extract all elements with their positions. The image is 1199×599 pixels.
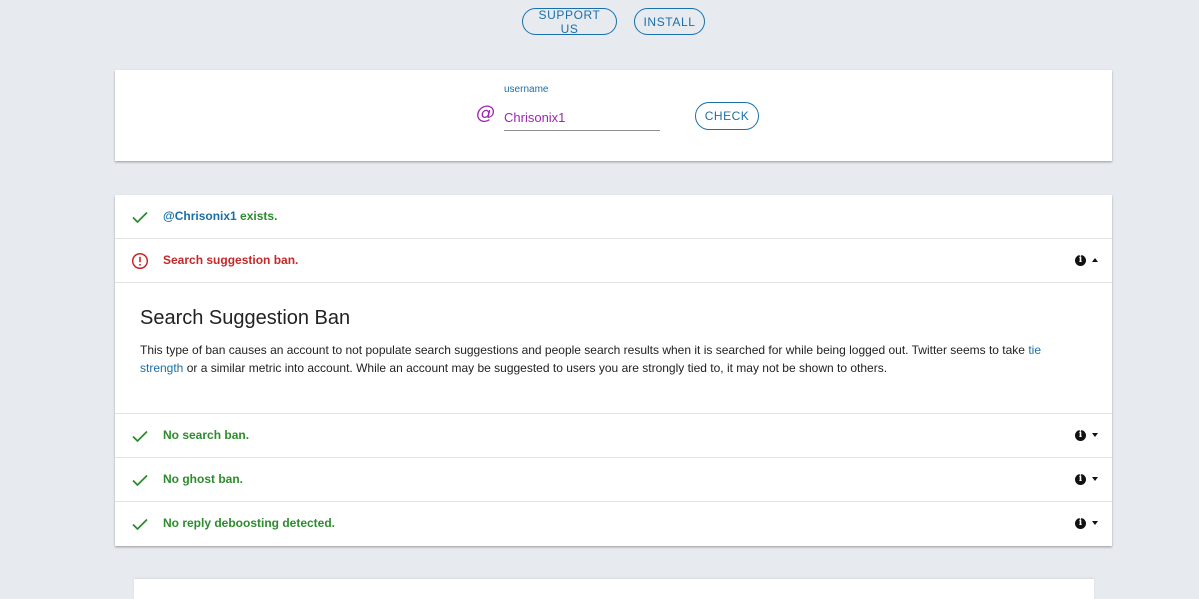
detail-body: This type of ban causes an account to no… [140, 341, 1070, 377]
caret-down-icon [1092, 477, 1098, 481]
check-icon [132, 518, 148, 531]
result-row-exists: @Chrisonix1 exists. [115, 195, 1112, 239]
reply-deboosting-toggle[interactable]: i [1075, 516, 1098, 530]
info-icon: i [1075, 473, 1086, 485]
exists-status-text: @Chrisonix1 exists. [163, 209, 277, 223]
result-row-reply-deboosting[interactable]: No reply deboosting detected. i [115, 502, 1112, 546]
detail-body-after: or a similar metric into account. While … [183, 361, 888, 375]
info-icon: i [1075, 429, 1086, 441]
exists-suffix: exists. [236, 209, 278, 223]
caret-down-icon [1092, 521, 1098, 525]
alert-circle-icon [131, 252, 149, 270]
check-icon [132, 474, 148, 487]
support-us-button[interactable]: SUPPORT US [522, 8, 617, 36]
info-icon: i [1075, 254, 1086, 266]
result-row-search-ban[interactable]: No search ban. i [115, 414, 1112, 458]
username-field-label: username [504, 84, 549, 95]
detail-title: Search Suggestion Ban [140, 307, 351, 329]
exists-username: @Chrisonix1 [163, 209, 237, 223]
check-button[interactable]: CHECK [695, 102, 759, 130]
results-card: @Chrisonix1 exists. Search suggestion ba… [115, 195, 1112, 546]
result-row-ghost-ban[interactable]: No ghost ban. i [115, 458, 1112, 502]
check-icon [132, 430, 148, 443]
caret-up-icon [1092, 258, 1098, 262]
username-form-card: username @ CHECK [115, 70, 1112, 161]
install-button[interactable]: INSTALL [634, 8, 705, 35]
suggestion-ban-detail: Search Suggestion Ban This type of ban c… [115, 283, 1112, 414]
check-icon [132, 211, 148, 224]
ghost-ban-text: No ghost ban. [163, 472, 243, 486]
caret-down-icon [1092, 433, 1098, 437]
ghost-ban-toggle[interactable]: i [1075, 472, 1098, 486]
search-ban-toggle[interactable]: i [1075, 428, 1098, 442]
suggestion-ban-toggle[interactable]: i [1075, 253, 1098, 267]
next-card-partial [134, 579, 1094, 599]
info-icon: i [1075, 517, 1086, 529]
detail-body-before: This type of ban causes an account to no… [140, 343, 1029, 357]
at-sign-icon: @ [476, 102, 495, 124]
suggestion-ban-text: Search suggestion ban. [163, 253, 299, 267]
result-row-search-suggestion-ban[interactable]: Search suggestion ban. i [115, 239, 1112, 283]
username-input[interactable] [504, 104, 660, 131]
reply-deboosting-text: No reply deboosting detected. [163, 516, 336, 530]
search-ban-text: No search ban. [163, 428, 250, 442]
